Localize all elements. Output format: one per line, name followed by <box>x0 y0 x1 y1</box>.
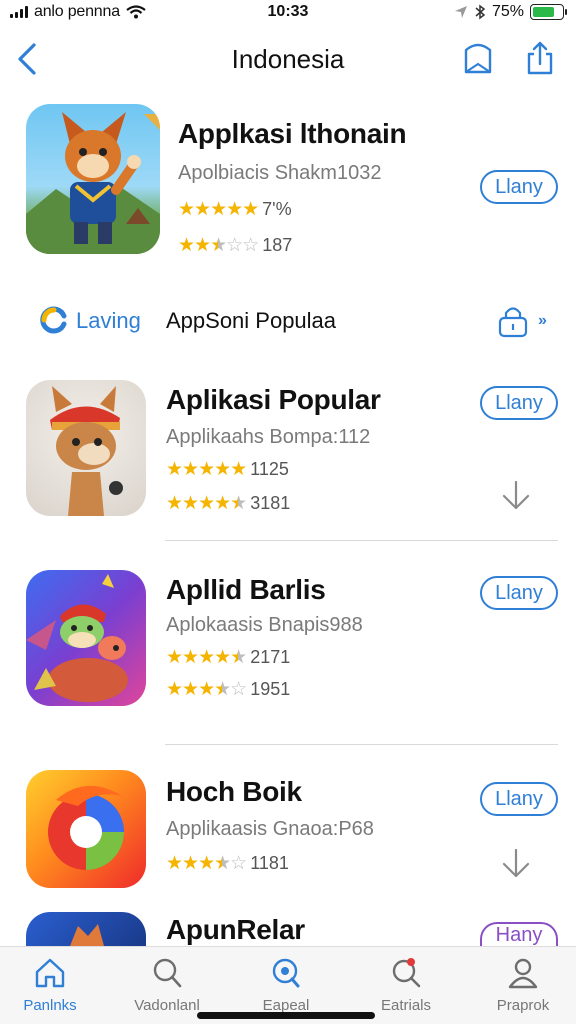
rating-row-2a: ★★★★★ 1125 <box>166 458 289 481</box>
tab-label: Panlnks <box>23 997 77 1014</box>
divider <box>165 540 558 541</box>
rating-row-3b: ★★★★☆ 1951 <box>166 678 290 701</box>
app-name-4[interactable]: Hoch Boik <box>166 776 302 808</box>
home-icon <box>35 958 65 988</box>
search-icon <box>272 958 300 988</box>
character-icon <box>70 924 104 946</box>
star-rating: ★★★★★ <box>166 493 247 514</box>
rating-count: 2171 <box>250 647 291 667</box>
battery-icon <box>530 4 567 20</box>
rating-row-1a: ★★★★★ 7'% <box>178 198 292 221</box>
battery-percent: 75% <box>491 3 524 20</box>
location-icon <box>454 6 467 18</box>
app-icon-4[interactable] <box>26 770 146 888</box>
get-button-4[interactable]: Llany <box>480 782 558 816</box>
nav-bar: Indonesia <box>0 30 576 88</box>
section-title: AppSoni Populaa <box>166 308 337 333</box>
app-name-5[interactable]: ApunRelar <box>166 914 305 946</box>
character-pair-icon <box>26 574 128 702</box>
share-icon[interactable] <box>524 40 556 76</box>
rating-row-2b: ★★★★★ 3181 <box>166 492 290 515</box>
section-brand: Laving <box>76 308 141 333</box>
star-rating: ★★★★☆ <box>166 679 247 700</box>
app-name-3[interactable]: Apllid Barlis <box>166 574 326 606</box>
tab-label: Praprok <box>496 997 550 1014</box>
get-button-1[interactable]: Llany <box>480 170 558 204</box>
tab-editorials[interactable]: Eatrials <box>356 955 456 1014</box>
rating-row-3a: ★★★★★ 2171 <box>166 646 290 669</box>
status-bar: anlo pennna 10:33 75% <box>0 0 576 26</box>
tab-profile[interactable]: Praprok <box>473 955 573 1014</box>
lock-icon[interactable] <box>496 304 530 338</box>
brand-logo-icon <box>40 306 67 334</box>
star-rating: ★★★★★ <box>178 199 259 220</box>
rating-count: 1181 <box>250 853 289 873</box>
app-icon-3[interactable] <box>26 570 146 706</box>
rating-count: 7'% <box>262 199 292 219</box>
person-icon <box>508 958 538 989</box>
get-button-2[interactable]: Llany <box>480 386 558 420</box>
get-button-3[interactable]: Llany <box>480 576 558 610</box>
app-subtitle-2: Applikaahs Bompa:112 <box>166 426 371 448</box>
get-button-5[interactable]: Hany <box>480 922 558 946</box>
rating-count: 1951 <box>250 679 291 699</box>
divider <box>165 744 558 745</box>
status-right: 75% <box>454 3 567 21</box>
bookmark-icon[interactable] <box>462 40 494 76</box>
bluetooth-icon <box>475 4 486 20</box>
squirrel-character-icon <box>50 386 123 516</box>
star-rating: ★★★★★ <box>166 647 247 668</box>
browser-logo-icon <box>48 785 124 870</box>
star-rating: ★★★★☆ <box>166 853 247 874</box>
see-more-link[interactable]: » <box>538 312 547 330</box>
app-icon-5[interactable] <box>26 912 146 946</box>
fox-character-icon <box>26 112 160 254</box>
star-rating: ★★★☆☆ <box>178 235 259 256</box>
rating-row-4a: ★★★★☆ 1181 <box>166 852 289 875</box>
app-name-2[interactable]: Aplikasi Popular <box>166 384 381 416</box>
app-name-1[interactable]: Applkasi lthonain <box>178 118 407 150</box>
app-subtitle-1: Apolbiacis Shakm1032 <box>178 162 382 184</box>
rating-count: 187 <box>262 235 293 255</box>
star-rating: ★★★★★ <box>166 459 247 480</box>
app-icon-2[interactable] <box>26 380 146 516</box>
app-subtitle-3: Aplokaasis Bnapis988 <box>166 614 363 636</box>
search-icon <box>392 958 421 988</box>
rating-row-1b: ★★★☆☆ 187 <box>178 234 292 257</box>
rating-count: 1125 <box>250 459 289 479</box>
tab-discover[interactable]: Eapeal <box>236 955 336 1014</box>
download-icon[interactable] <box>498 846 534 882</box>
tab-search[interactable]: Vadonlanl <box>117 955 217 1014</box>
search-icon <box>153 958 182 988</box>
rating-count: 3181 <box>250 493 291 513</box>
download-icon[interactable] <box>498 478 534 514</box>
app-subtitle-4: Applikaasis Gnaoa:P68 <box>166 818 374 840</box>
app-icon-1[interactable] <box>26 104 160 254</box>
home-indicator <box>197 1012 375 1019</box>
tab-home[interactable]: Panlnks <box>0 955 100 1014</box>
